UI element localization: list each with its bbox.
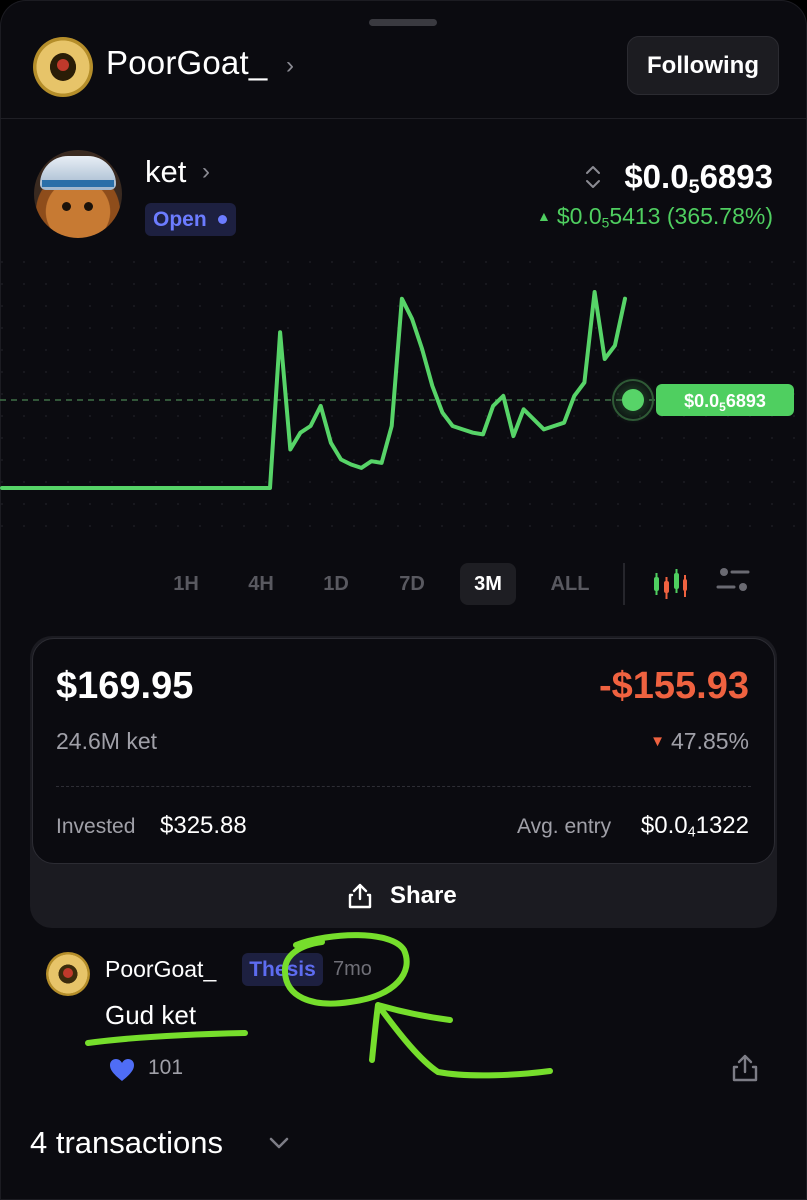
following-button[interactable]: Following	[627, 36, 779, 95]
comment-share-icon[interactable]	[729, 1052, 761, 1084]
username[interactable]: PoorGoat_	[106, 44, 267, 82]
annotation-underline	[85, 1030, 248, 1046]
share-icon	[348, 883, 372, 909]
comment-username[interactable]: PoorGoat_	[105, 956, 216, 983]
like-count: 101	[148, 1056, 184, 1079]
price-tag-label: $0.056893	[684, 391, 766, 414]
timeframe-7d[interactable]: 7D	[389, 563, 435, 605]
chevron-down-icon[interactable]	[266, 1130, 292, 1156]
current-price-dot	[622, 389, 644, 411]
avg-entry-value: $0.041322	[640, 812, 749, 841]
annotation-arrow	[369, 1002, 553, 1079]
transactions-toggle[interactable]: 4 transactions	[30, 1125, 223, 1161]
status-label: Open	[153, 208, 207, 231]
chevron-right-icon[interactable]: ›	[286, 52, 294, 80]
position-sheet: PoorGoat_ › Following ket › Open $0.0568…	[0, 0, 807, 1200]
share-label: Share	[390, 882, 457, 909]
timeframe-all[interactable]: ALL	[539, 563, 601, 605]
status-badge: Open	[145, 203, 236, 236]
avg-entry-label: Avg. entry	[517, 815, 612, 838]
share-button[interactable]: Share	[30, 866, 777, 926]
chart-settings-icon[interactable]	[716, 566, 750, 596]
price-chart[interactable]: $0.056893	[0, 260, 807, 540]
token-name[interactable]: ket	[145, 154, 186, 190]
timeframe-4h[interactable]: 4H	[238, 563, 284, 605]
heart-icon[interactable]	[108, 1057, 136, 1083]
chevron-right-icon[interactable]: ›	[202, 158, 210, 186]
invested-value: $325.88	[160, 812, 247, 839]
user-avatar[interactable]	[33, 37, 93, 97]
comment-time: 7mo	[333, 958, 372, 980]
sheet-grab-handle[interactable]	[369, 19, 437, 26]
header-divider	[0, 118, 807, 119]
invested-label: Invested	[56, 815, 136, 838]
sort-toggle-icon[interactable]	[584, 162, 602, 192]
position-pnl-percent: ▼ 47.85%	[650, 728, 749, 754]
candlestick-icon[interactable]	[652, 567, 688, 601]
timeframe-1d[interactable]: 1D	[313, 563, 359, 605]
comment-text: Gud ket	[105, 1000, 197, 1030]
down-triangle-icon: ▼	[650, 733, 665, 750]
token-price: $0.056893	[624, 158, 773, 198]
timeframe-divider	[623, 563, 625, 605]
position-pnl: -$155.93	[598, 665, 749, 707]
timeframe-3m[interactable]: 3M	[460, 563, 516, 605]
card-divider	[56, 786, 751, 787]
timeframe-1h[interactable]: 1H	[164, 563, 208, 605]
comment-avatar[interactable]	[46, 952, 90, 996]
status-dot-icon	[218, 215, 227, 224]
price-change: ▲ $0.055413 (365.78%)	[537, 203, 773, 231]
position-amount: 24.6M ket	[56, 728, 157, 754]
thesis-badge: Thesis	[242, 953, 323, 986]
position-value: $169.95	[56, 665, 194, 707]
token-avatar[interactable]	[34, 150, 122, 238]
